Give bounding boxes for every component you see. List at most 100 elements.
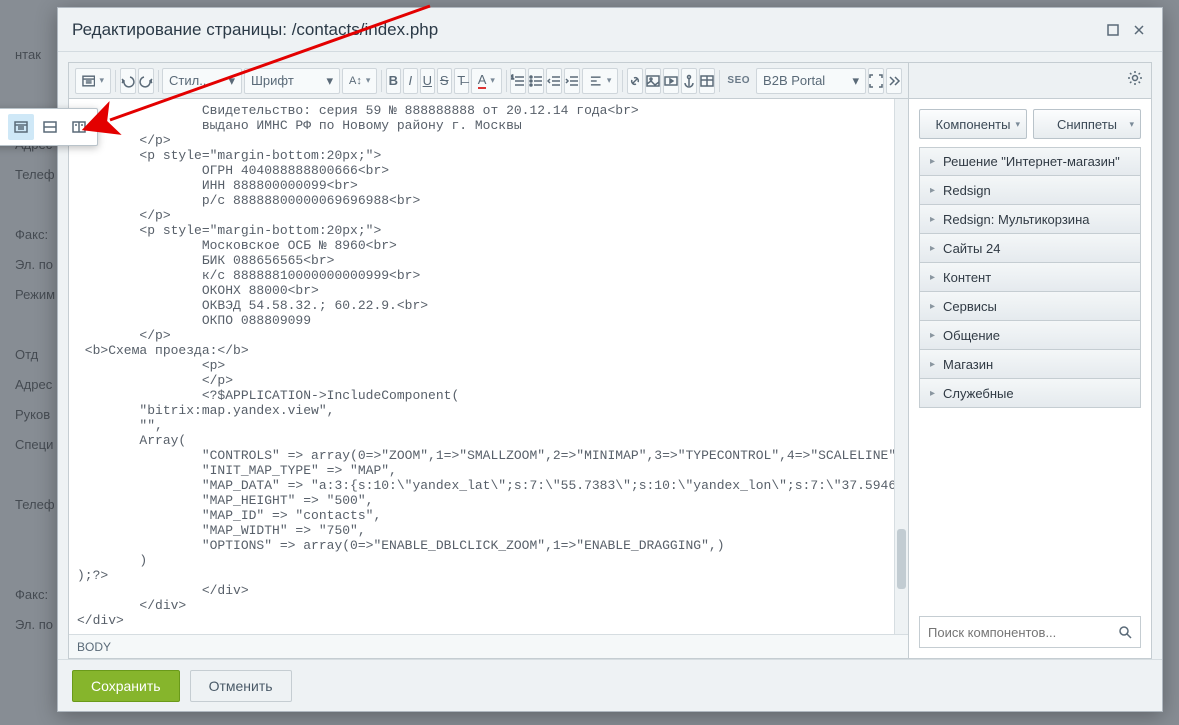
search-input[interactable] bbox=[928, 625, 1118, 640]
dialog-footer: Сохранить Отменить bbox=[58, 659, 1162, 711]
bold-icon: B bbox=[389, 73, 398, 88]
right-toolbar bbox=[909, 63, 1151, 99]
ol-icon: 1 bbox=[511, 74, 525, 88]
tree-item-label: Общение bbox=[943, 328, 1000, 343]
component-tree: Решение "Интернет-магазин" Redsign Redsign… bbox=[919, 147, 1141, 408]
align-button[interactable]: ▾ bbox=[582, 68, 618, 94]
video-button[interactable] bbox=[663, 68, 679, 94]
fullscreen-icon bbox=[869, 74, 883, 88]
split-v-icon bbox=[72, 120, 86, 134]
tree-item-label: Служебные bbox=[943, 386, 1014, 401]
view-mode-dropdown bbox=[0, 108, 98, 146]
mode-visual[interactable] bbox=[0, 114, 5, 140]
clear-format-button[interactable]: T̶ bbox=[454, 68, 469, 94]
tree-item-label: Решение "Интернет-магазин" bbox=[943, 154, 1120, 169]
strike-icon: S bbox=[440, 73, 449, 88]
tab-snippets[interactable]: Сниппеты▾ bbox=[1033, 109, 1141, 139]
tree-item-label: Redsign: Мультикорзина bbox=[943, 212, 1089, 227]
save-button[interactable]: Сохранить bbox=[72, 670, 180, 702]
mode-split-v[interactable] bbox=[66, 114, 92, 140]
split-h-icon bbox=[43, 120, 57, 134]
more-button[interactable] bbox=[886, 68, 902, 94]
undo-icon bbox=[121, 74, 135, 88]
indent-icon bbox=[565, 74, 579, 88]
anchor-icon bbox=[682, 74, 696, 88]
scroll-thumb[interactable] bbox=[897, 529, 906, 589]
status-bar: BODY bbox=[69, 634, 908, 658]
tree-item[interactable]: Решение "Интернет-магазин" bbox=[919, 147, 1141, 176]
dialog-title: Редактирование страницы: /contacts/index… bbox=[72, 20, 438, 40]
anchor-button[interactable] bbox=[681, 68, 697, 94]
tree-item-label: Контент bbox=[943, 270, 991, 285]
gear-icon[interactable] bbox=[1127, 70, 1143, 91]
text-color-icon: A bbox=[478, 72, 487, 89]
font-size-button[interactable]: A↕▾ bbox=[342, 68, 377, 94]
dom-path: BODY bbox=[77, 640, 111, 654]
italic-button[interactable]: I bbox=[403, 68, 418, 94]
tree-item-label: Сервисы bbox=[943, 299, 997, 314]
font-size-icon: A↕ bbox=[349, 75, 362, 87]
editor-toolbar: ▾ Стил...▾ Шрифт▾ A↕▾ bbox=[69, 63, 908, 99]
image-button[interactable] bbox=[645, 68, 661, 94]
tree-item[interactable]: Сервисы bbox=[919, 292, 1141, 321]
seo-button[interactable]: SEO bbox=[723, 68, 754, 94]
table-icon bbox=[700, 74, 714, 88]
tree-item[interactable]: Redsign: Мультикорзина bbox=[919, 205, 1141, 234]
tree-item-label: Магазин bbox=[943, 357, 993, 372]
underline-icon: U bbox=[423, 73, 432, 88]
template-select[interactable]: B2B Portal▾ bbox=[756, 68, 866, 94]
style-select[interactable]: Стил...▾ bbox=[162, 68, 242, 94]
edit-page-dialog: Редактирование страницы: /contacts/index… bbox=[57, 7, 1163, 712]
code-area-wrap bbox=[69, 99, 908, 634]
text-color-button[interactable]: A▾ bbox=[471, 68, 502, 94]
components-panel: Компоненты▾ Сниппеты▾ Решение "Интернет-… bbox=[909, 62, 1152, 659]
outdent-button[interactable] bbox=[546, 68, 562, 94]
redo-icon bbox=[139, 74, 153, 88]
unordered-list-button[interactable] bbox=[528, 68, 544, 94]
outdent-icon bbox=[547, 74, 561, 88]
font-select[interactable]: Шрифт▾ bbox=[244, 68, 340, 94]
indent-button[interactable] bbox=[564, 68, 580, 94]
undo-button[interactable] bbox=[120, 68, 136, 94]
link-button[interactable] bbox=[627, 68, 643, 94]
search-icon bbox=[1118, 625, 1132, 639]
table-button[interactable] bbox=[699, 68, 715, 94]
mode-split-h[interactable] bbox=[37, 114, 63, 140]
code-mode-icon bbox=[14, 120, 28, 134]
maximize-icon[interactable] bbox=[1104, 21, 1122, 39]
cancel-button[interactable]: Отменить bbox=[190, 670, 292, 702]
tree-item[interactable]: Контент bbox=[919, 263, 1141, 292]
tree-item[interactable]: Redsign bbox=[919, 176, 1141, 205]
bold-button[interactable]: B bbox=[386, 68, 401, 94]
seo-icon: SEO bbox=[727, 75, 750, 86]
ordered-list-button[interactable]: 1 bbox=[510, 68, 526, 94]
strike-button[interactable]: S bbox=[437, 68, 452, 94]
ul-icon bbox=[529, 74, 543, 88]
link-icon bbox=[628, 74, 642, 88]
underline-button[interactable]: U bbox=[420, 68, 435, 94]
code-editor[interactable] bbox=[69, 99, 908, 634]
tab-components[interactable]: Компоненты▾ bbox=[919, 109, 1027, 139]
vertical-scrollbar[interactable] bbox=[894, 99, 908, 634]
tree-item[interactable]: Сайты 24 bbox=[919, 234, 1141, 263]
align-icon bbox=[589, 74, 602, 88]
image-icon bbox=[646, 74, 660, 88]
fullscreen-button[interactable] bbox=[868, 68, 884, 94]
clear-format-icon: T̶ bbox=[457, 73, 465, 88]
tree-item-label: Сайты 24 bbox=[943, 241, 1000, 256]
tree-item[interactable]: Магазин bbox=[919, 350, 1141, 379]
svg-text:1: 1 bbox=[511, 75, 514, 81]
italic-icon: I bbox=[409, 73, 413, 88]
mode-code[interactable] bbox=[8, 114, 34, 140]
component-search[interactable] bbox=[919, 616, 1141, 648]
view-mode-button[interactable]: ▾ bbox=[75, 68, 111, 94]
redo-button[interactable] bbox=[138, 68, 154, 94]
tree-item[interactable]: Служебные bbox=[919, 379, 1141, 408]
tree-item-label: Redsign bbox=[943, 183, 991, 198]
close-icon[interactable] bbox=[1130, 21, 1148, 39]
dialog-header: Редактирование страницы: /contacts/index… bbox=[58, 8, 1162, 52]
tree-item[interactable]: Общение bbox=[919, 321, 1141, 350]
code-view-icon bbox=[82, 74, 95, 88]
editor-column: ▾ Стил...▾ Шрифт▾ A↕▾ bbox=[68, 62, 909, 659]
video-icon bbox=[664, 74, 678, 88]
